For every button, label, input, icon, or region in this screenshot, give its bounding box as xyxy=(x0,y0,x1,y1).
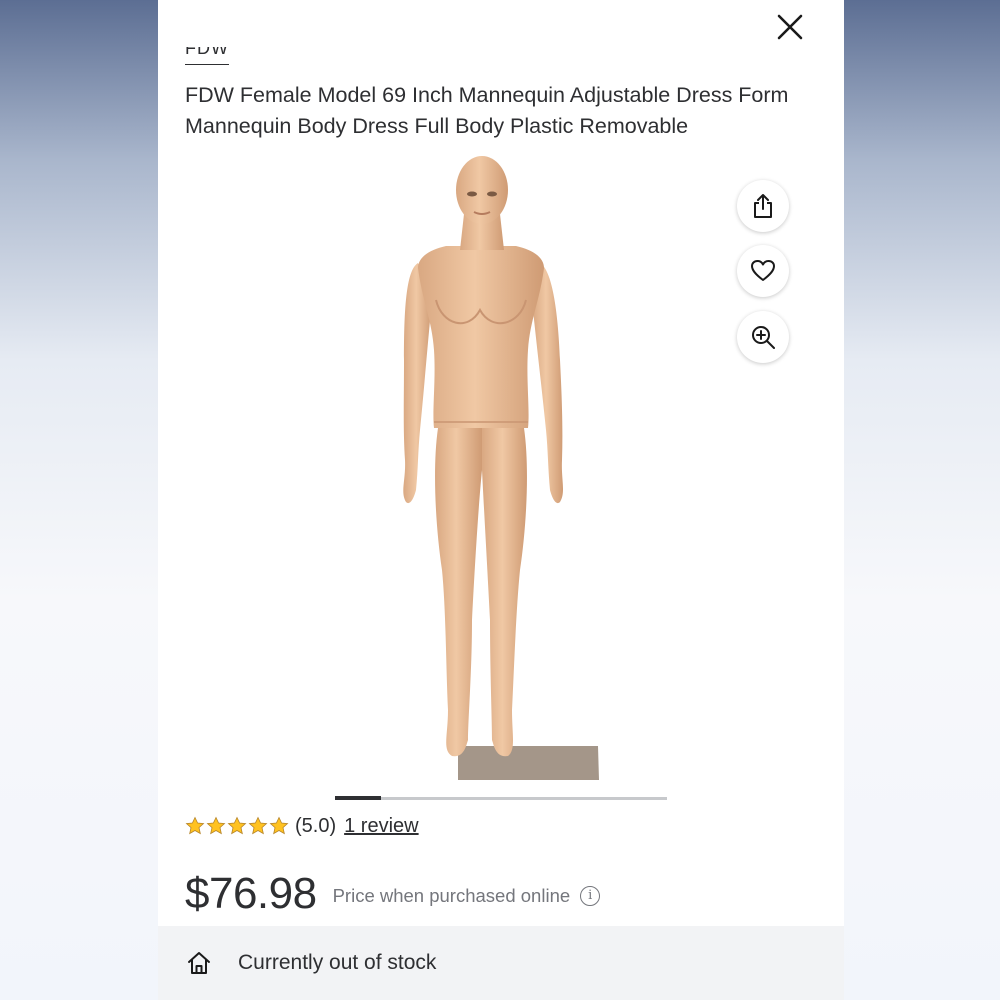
reviews-link[interactable]: 1 review xyxy=(344,815,418,838)
heart-icon xyxy=(751,260,775,281)
star-rating xyxy=(185,816,289,836)
mannequin-stand xyxy=(458,746,599,780)
product-panel: FDW FDW Female Model 69 Inch Mannequin A… xyxy=(158,0,844,1000)
carousel-active-segment xyxy=(335,796,382,800)
product-title: FDW Female Model 69 Inch Mannequin Adjus… xyxy=(185,83,789,138)
zoom-button[interactable] xyxy=(737,311,789,363)
zoom-in-icon xyxy=(752,326,775,349)
share-button[interactable] xyxy=(737,180,789,232)
price-amount: $76.98 xyxy=(185,869,317,918)
star-icon xyxy=(185,816,205,835)
image-carousel-indicator[interactable] xyxy=(335,796,667,800)
star-icon xyxy=(269,816,289,835)
info-icon[interactable]: i xyxy=(580,885,601,906)
brand-link[interactable]: FDW xyxy=(185,47,229,67)
home-icon xyxy=(184,948,214,978)
price-note: Price when purchased online xyxy=(332,885,571,906)
background-left xyxy=(0,0,158,1000)
star-icon xyxy=(206,816,226,835)
star-icon xyxy=(248,816,268,835)
mannequin-product-image[interactable] xyxy=(388,150,608,790)
close-button[interactable] xyxy=(770,8,810,46)
price-row: $76.98 Price when purchased online i xyxy=(185,866,601,922)
stock-status: Currently out of stock xyxy=(238,951,437,974)
rating-row: (5.0) 1 review xyxy=(185,812,419,840)
rating-value: (5.0) xyxy=(295,814,337,837)
close-icon xyxy=(777,14,803,40)
star-icon xyxy=(227,816,247,835)
availability-bar: Currently out of stock xyxy=(158,926,844,1000)
background-right xyxy=(844,0,1000,1000)
favorite-button[interactable] xyxy=(737,245,789,297)
share-icon xyxy=(754,194,772,218)
